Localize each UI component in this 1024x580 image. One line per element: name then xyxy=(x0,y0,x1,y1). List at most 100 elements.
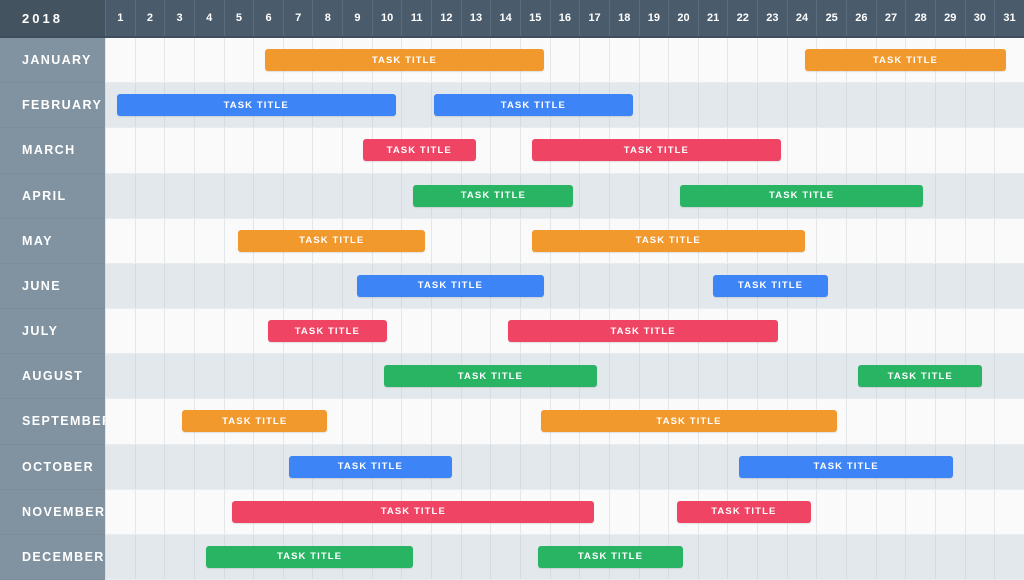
grid-cell xyxy=(816,128,846,173)
grid-cell xyxy=(134,263,165,309)
month-track: TASK TITLE TASK TITLE xyxy=(105,399,1024,445)
grid-cell xyxy=(549,263,580,309)
task-bar[interactable]: TASK TITLE xyxy=(531,229,805,252)
month-label-december[interactable]: DECEMBER xyxy=(0,534,105,580)
day-header-23: 23 xyxy=(757,0,787,36)
grid-cell xyxy=(164,263,194,309)
grid-cell xyxy=(490,399,520,444)
grid-cell xyxy=(994,309,1024,354)
grid-cell xyxy=(697,83,728,128)
task-bar[interactable]: TASK TITLE xyxy=(677,500,811,523)
grid-cell xyxy=(757,38,787,83)
month-label-june[interactable]: JUNE xyxy=(0,263,105,310)
task-bar[interactable]: TASK TITLE xyxy=(531,139,781,162)
grid-cell xyxy=(431,399,461,444)
task-bar[interactable]: TASK TITLE xyxy=(288,455,452,478)
task-bar[interactable]: TASK TITLE xyxy=(680,184,924,207)
day-header-15: 15 xyxy=(519,0,550,36)
task-bar[interactable]: TASK TITLE xyxy=(268,320,387,343)
day-header-31: 31 xyxy=(994,0,1024,36)
task-bar[interactable]: TASK TITLE xyxy=(182,410,328,433)
grid-cell xyxy=(905,83,935,128)
grid-cell xyxy=(875,309,906,354)
grid-cell xyxy=(134,173,165,218)
day-header-28: 28 xyxy=(905,0,935,36)
grid-cell xyxy=(964,399,995,444)
month-row: FEBRUARY TASK TITLE TASK TITLE xyxy=(0,83,1024,129)
task-bar[interactable]: TASK TITLE xyxy=(857,365,983,388)
grid-cell xyxy=(105,444,135,489)
task-bar[interactable]: TASK TITLE xyxy=(238,229,426,252)
grid-cell xyxy=(905,309,935,354)
grid-cell xyxy=(460,399,491,444)
grid-cell xyxy=(994,263,1024,309)
grid-cell xyxy=(934,263,965,309)
grid-cell xyxy=(312,263,342,309)
task-bar[interactable]: TASK TITLE xyxy=(434,94,633,117)
grid-cell xyxy=(223,354,254,399)
task-bar[interactable]: TASK TITLE xyxy=(712,274,829,297)
task-bar[interactable]: TASK TITLE xyxy=(537,545,684,568)
task-bar[interactable]: TASK TITLE xyxy=(739,455,953,478)
task-bar[interactable]: TASK TITLE xyxy=(413,184,574,207)
grid-cell xyxy=(934,173,965,218)
month-label-may[interactable]: MAY xyxy=(0,218,105,264)
task-bar[interactable]: TASK TITLE xyxy=(540,410,838,433)
grid-cell xyxy=(816,218,846,263)
day-header-29: 29 xyxy=(934,0,965,36)
grid-cell xyxy=(964,263,995,309)
task-bar[interactable]: TASK TITLE xyxy=(356,274,544,297)
grid-cell xyxy=(253,128,283,173)
grid-cell xyxy=(579,38,609,83)
task-bar[interactable]: TASK TITLE xyxy=(265,49,544,72)
grid-cell xyxy=(193,173,224,218)
task-bar[interactable]: TASK TITLE xyxy=(383,365,598,388)
day-header-8: 8 xyxy=(312,0,342,36)
grid-cell xyxy=(846,309,876,354)
month-label-august[interactable]: AUGUST xyxy=(0,354,105,400)
task-bar[interactable]: TASK TITLE xyxy=(804,49,1007,72)
month-label-october[interactable]: OCTOBER xyxy=(0,444,105,490)
month-label-april[interactable]: APRIL xyxy=(0,173,105,219)
grid-cell xyxy=(994,128,1024,173)
grid-cell xyxy=(193,218,224,263)
day-header-5: 5 xyxy=(223,0,254,36)
day-header-9: 9 xyxy=(342,0,372,36)
grid-cell xyxy=(905,534,935,580)
grid-cell xyxy=(460,534,491,580)
grid-cell xyxy=(431,309,461,354)
month-label-november[interactable]: NOVEMBER xyxy=(0,489,105,535)
grid-cell xyxy=(193,489,224,534)
grid-cell xyxy=(431,218,461,263)
task-bar[interactable]: TASK TITLE xyxy=(116,94,396,117)
grid-cell xyxy=(105,309,135,354)
month-row: MAY TASK TITLE TASK TITLE xyxy=(0,218,1024,264)
month-label-february[interactable]: FEBRUARY xyxy=(0,83,105,129)
task-bar[interactable]: TASK TITLE xyxy=(205,545,414,568)
month-label-july[interactable]: JULY xyxy=(0,309,105,355)
grid-cell xyxy=(223,263,254,309)
task-bar[interactable]: TASK TITLE xyxy=(362,139,476,162)
month-label-september[interactable]: SEPTEMBER xyxy=(0,399,111,445)
grid-cell xyxy=(697,534,728,580)
month-row: AUGUST TASK TITLE TASK TITLE xyxy=(0,354,1024,400)
month-label-january[interactable]: JANUARY xyxy=(0,38,105,84)
grid-cell xyxy=(697,38,728,83)
task-bar[interactable]: TASK TITLE xyxy=(232,500,595,523)
grid-cell xyxy=(134,128,165,173)
day-header-11: 11 xyxy=(401,0,431,36)
grid-cell xyxy=(608,173,639,218)
month-row: APRIL TASK TITLE TASK TITLE xyxy=(0,173,1024,219)
grid-cell xyxy=(193,354,224,399)
day-header-27: 27 xyxy=(875,0,906,36)
grid-cell xyxy=(994,399,1024,444)
month-label-march[interactable]: MARCH xyxy=(0,128,105,174)
grid-cell xyxy=(786,354,817,399)
grid-cell xyxy=(134,444,165,489)
grid-cell xyxy=(964,173,995,218)
grid-cell xyxy=(757,534,787,580)
month-track: TASK TITLE TASK TITLE xyxy=(105,218,1024,264)
day-header-18: 18 xyxy=(608,0,639,36)
task-bar[interactable]: TASK TITLE xyxy=(508,320,778,343)
grid-cell xyxy=(164,218,194,263)
